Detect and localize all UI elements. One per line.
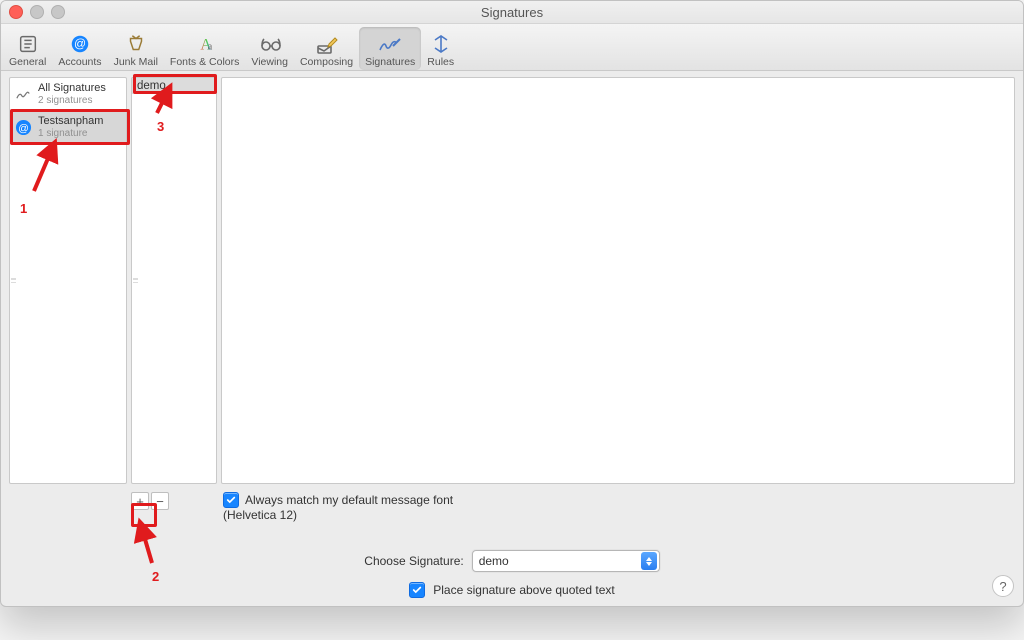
preferences-toolbar: General @ Accounts Junk Mail A a Fonts &…	[1, 24, 1023, 71]
preferences-window: Signatures General @ Accounts Junk Mail	[0, 0, 1024, 607]
tab-label: Signatures	[365, 56, 415, 68]
match-font-label: Always match my default message font	[245, 493, 453, 507]
window-zoom-button[interactable]	[51, 5, 65, 19]
svg-text:a: a	[207, 42, 212, 53]
tab-label: General	[9, 56, 46, 68]
accounts-item-all[interactable]: All Signatures 2 signatures	[10, 78, 126, 111]
below-columns: + − Always match my default message font…	[1, 488, 1023, 524]
content-area: All Signatures 2 signatures @ Testsanpha…	[1, 71, 1023, 488]
place-above-row: Place signature above quoted text	[1, 582, 1023, 598]
help-button[interactable]: ?	[992, 575, 1014, 597]
window-title: Signatures	[1, 5, 1023, 20]
tab-accounts[interactable]: @ Accounts	[52, 27, 107, 70]
accounts-list: All Signatures 2 signatures @ Testsanpha…	[9, 77, 127, 484]
choose-signature-label: Choose Signature:	[364, 554, 463, 568]
signature-editor[interactable]	[221, 77, 1015, 484]
signature-icon	[377, 33, 403, 55]
at-icon: @	[67, 33, 93, 55]
compose-icon	[314, 33, 340, 55]
glasses-icon	[257, 33, 283, 55]
window-close-button[interactable]	[9, 5, 23, 19]
signature-name: demo	[137, 80, 166, 92]
tab-label: Rules	[427, 56, 454, 68]
place-above-label: Place signature above quoted text	[433, 583, 614, 597]
tab-label: Accounts	[58, 56, 101, 68]
tab-fonts-colors[interactable]: A a Fonts & Colors	[164, 27, 245, 70]
choose-signature-select[interactable]: demo	[472, 550, 660, 572]
account-name: All Signatures	[38, 82, 106, 95]
choose-signature-row: Choose Signature: demo	[1, 550, 1023, 572]
account-subtitle: 2 signatures	[38, 95, 106, 107]
svg-text:@: @	[74, 37, 86, 51]
place-above-checkbox[interactable]	[409, 582, 425, 598]
choose-signature-value: demo	[479, 554, 509, 568]
tab-composing[interactable]: Composing	[294, 27, 359, 70]
account-subtitle: 1 signature	[38, 128, 103, 140]
tab-label: Fonts & Colors	[170, 56, 239, 68]
signatures-list: demo	[131, 77, 217, 484]
tab-rules[interactable]: Rules	[421, 27, 460, 70]
signature-icon	[15, 86, 32, 103]
tab-junk[interactable]: Junk Mail	[108, 27, 164, 70]
tab-viewing[interactable]: Viewing	[245, 27, 294, 70]
font-detail: (Helvetica 12)	[223, 508, 1013, 522]
signature-item-demo[interactable]: demo	[132, 78, 216, 94]
window-controls	[9, 5, 65, 19]
at-icon: @	[15, 119, 32, 136]
fonts-icon: A a	[192, 33, 218, 55]
tab-label: Viewing	[251, 56, 288, 68]
select-stepper-icon	[641, 552, 657, 570]
remove-signature-button[interactable]: −	[151, 492, 169, 510]
match-font-row: Always match my default message font	[223, 492, 1013, 508]
signature-list-footer: + −	[131, 488, 217, 524]
tab-signatures[interactable]: Signatures	[359, 27, 421, 70]
gear-icon	[15, 33, 41, 55]
junk-icon	[123, 33, 149, 55]
tab-label: Composing	[300, 56, 353, 68]
add-signature-button[interactable]: +	[131, 492, 149, 510]
svg-text:@: @	[18, 123, 29, 134]
account-name: Testsanpham	[38, 115, 103, 128]
titlebar: Signatures	[1, 1, 1023, 24]
accounts-item-testsanpham[interactable]: @ Testsanpham 1 signature	[10, 111, 126, 144]
tab-label: Junk Mail	[114, 56, 158, 68]
rules-icon	[428, 33, 454, 55]
tab-general[interactable]: General	[3, 27, 52, 70]
match-font-checkbox[interactable]	[223, 492, 239, 508]
window-minimize-button[interactable]	[30, 5, 44, 19]
